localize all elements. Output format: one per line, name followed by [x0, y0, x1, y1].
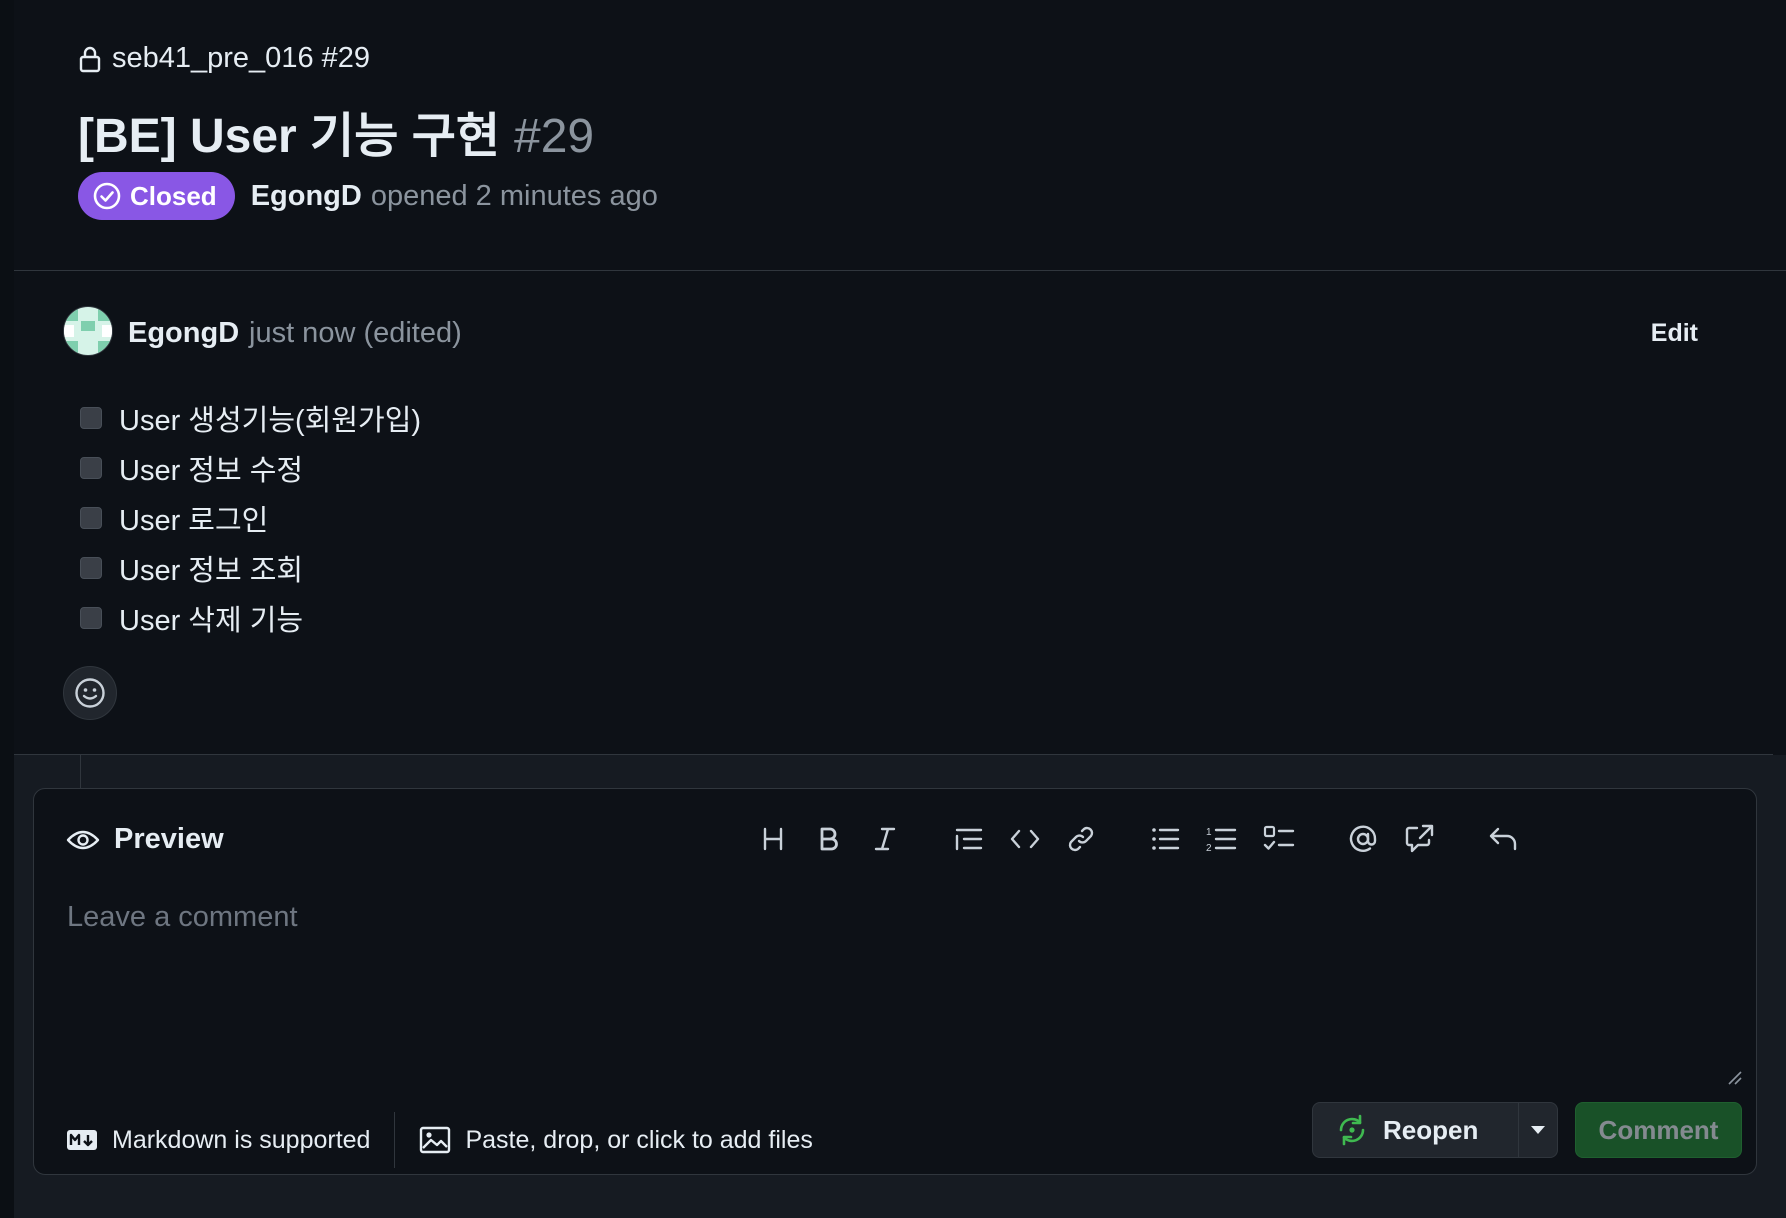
markdown-supported-link[interactable]: Markdown is supported — [112, 1126, 370, 1155]
issue-header: seb41_pre_016 #29 [BE] User 기능 구현 #29 Clo… — [14, 0, 1786, 271]
issue-author[interactable]: EgongD — [251, 180, 362, 213]
issue-number: #29 — [514, 110, 595, 163]
task-checkbox[interactable] — [80, 457, 102, 479]
issue-title: [BE] User 기능 구현 #29 — [78, 96, 594, 166]
bold-icon — [820, 827, 838, 851]
reopen-label: Reopen — [1383, 1114, 1479, 1145]
reopen-button-group: Reopen — [1312, 1102, 1558, 1158]
task-checkbox[interactable] — [80, 507, 102, 529]
quote-button[interactable] — [949, 819, 989, 859]
bullet-list-icon — [1152, 828, 1180, 850]
repo-breadcrumb[interactable]: seb41_pre_016 #29 — [78, 42, 370, 75]
task-item: User 정보 수정 — [80, 443, 421, 493]
bold-button[interactable] — [809, 819, 849, 859]
caret-down-icon — [1531, 1126, 1545, 1134]
task-item: User 정보 조회 — [80, 543, 421, 593]
markdown-icon — [67, 1130, 97, 1150]
issue-title-text: [BE] User 기능 구현 — [78, 110, 501, 163]
reopen-icon — [1339, 1114, 1365, 1146]
preview-label: Preview — [114, 823, 224, 855]
smiley-icon — [75, 678, 105, 708]
comment-input[interactable]: Leave a comment — [67, 901, 298, 934]
timeline-line — [80, 755, 81, 788]
reopen-button[interactable]: Reopen — [1313, 1103, 1519, 1157]
task-item: User 삭제 기능 — [80, 593, 421, 643]
check-circle-icon — [93, 182, 121, 210]
undo-button[interactable] — [1483, 819, 1523, 859]
lock-icon — [79, 46, 101, 72]
task-checkbox[interactable] — [80, 557, 102, 579]
italic-icon — [874, 827, 896, 851]
numbered-list-icon: 12 — [1206, 827, 1237, 853]
edit-button[interactable]: Edit — [1651, 319, 1698, 348]
heading-button[interactable] — [753, 819, 793, 859]
mention-icon — [1349, 825, 1377, 852]
comment-time[interactable]: just now (edited) — [249, 317, 462, 350]
footer-divider — [394, 1112, 396, 1168]
mention-button[interactable] — [1343, 819, 1383, 859]
task-label: User 로그인 — [119, 505, 269, 537]
status-label: Closed — [130, 180, 217, 211]
resize-handle-icon[interactable] — [1728, 1071, 1742, 1085]
bullet-list-button[interactable] — [1145, 819, 1185, 859]
preview-tab[interactable]: Preview — [66, 823, 224, 856]
task-label: User 삭제 기능 — [119, 605, 304, 637]
svg-text:2: 2 — [1206, 843, 1212, 853]
task-list: User 생성기능(회원가입) User 정보 수정 User 로그인 User… — [80, 393, 421, 643]
heading-icon — [763, 827, 783, 851]
code-button[interactable] — [1005, 819, 1045, 859]
right-gutter — [1773, 271, 1786, 755]
comment-author[interactable]: EgongD — [128, 317, 239, 350]
avatar[interactable] — [63, 306, 113, 356]
reference-icon — [1405, 824, 1434, 853]
reference-button[interactable] — [1399, 819, 1439, 859]
add-reaction-button[interactable] — [63, 666, 117, 720]
comment-button[interactable]: Comment — [1575, 1102, 1742, 1158]
left-gutter — [0, 0, 15, 1218]
quote-icon — [955, 828, 983, 851]
status-badge: Closed — [78, 172, 235, 220]
task-label: User 정보 조회 — [119, 555, 304, 587]
task-checkbox[interactable] — [80, 407, 102, 429]
opened-time: opened 2 minutes ago — [370, 179, 658, 212]
numbered-list-button[interactable]: 12 — [1201, 819, 1241, 859]
task-label: User 정보 수정 — [119, 455, 304, 487]
task-item: User 생성기능(회원가입) — [80, 393, 421, 443]
reopen-options-button[interactable] — [1519, 1103, 1557, 1157]
code-icon — [1010, 829, 1040, 849]
italic-button[interactable] — [865, 819, 905, 859]
issue-comment: EgongD just now (edited) Edit User 생성기능(… — [14, 271, 1774, 755]
undo-icon — [1489, 827, 1517, 851]
task-label: User 생성기능(회원가입) — [119, 405, 422, 437]
link-icon — [1068, 826, 1094, 852]
image-icon — [420, 1126, 451, 1154]
link-button[interactable] — [1061, 819, 1101, 859]
task-item: User 로그인 — [80, 493, 421, 543]
task-checkbox[interactable] — [80, 607, 102, 629]
svg-text:1: 1 — [1206, 827, 1212, 838]
repo-name: seb41_pre_016 #29 — [112, 42, 371, 74]
comment-editor: Preview 12 Leave a comment Markdown is s… — [33, 788, 1757, 1175]
task-list-button[interactable] — [1259, 819, 1299, 859]
eye-icon — [66, 830, 100, 849]
task-list-icon — [1263, 825, 1295, 850]
add-files-label[interactable]: Paste, drop, or click to add files — [465, 1126, 812, 1155]
editor-footer: Markdown is supported Paste, drop, or cl… — [66, 1112, 813, 1168]
issue-meta: Closed EgongD opened 2 minutes ago — [78, 172, 658, 220]
